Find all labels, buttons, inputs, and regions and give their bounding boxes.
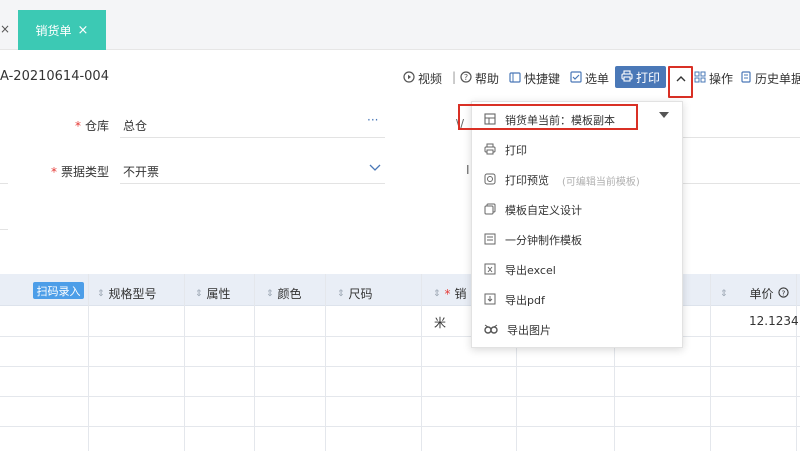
- grid-divider: [710, 274, 711, 451]
- caret-down-icon[interactable]: [659, 112, 669, 118]
- document-icon: [740, 71, 752, 86]
- svg-text:?: ?: [464, 73, 468, 82]
- print-dropdown-toggle[interactable]: [668, 66, 693, 98]
- grid-divider: [325, 274, 326, 451]
- document-number: A-20210614-004: [0, 69, 109, 84]
- left-underline-2: [0, 229, 8, 230]
- history-button[interactable]: 历史单据: [740, 70, 800, 87]
- tab-label: 销货单: [35, 23, 72, 38]
- tab-strip: × 销货单 ×: [0, 0, 800, 50]
- help-button[interactable]: ? 帮助: [460, 70, 499, 87]
- column-header-size[interactable]: ⇕ 尺码: [337, 285, 373, 302]
- preview-icon: [484, 173, 496, 188]
- more-icon[interactable]: ···: [367, 113, 378, 127]
- keyboard-icon: [509, 71, 521, 86]
- menu-item-export-excel[interactable]: 导出excel: [484, 262, 556, 278]
- menu-item-print[interactable]: 打印: [484, 142, 527, 158]
- menu-item-export-pdf[interactable]: 导出pdf: [484, 292, 545, 308]
- form-icon: [484, 233, 496, 248]
- image-icon: [484, 323, 498, 338]
- grid-divider: [796, 274, 797, 451]
- excel-icon: [484, 263, 496, 278]
- play-circle-icon: [403, 71, 415, 86]
- close-icon[interactable]: ×: [0, 22, 10, 36]
- grid-row-line: [0, 366, 800, 367]
- column-header-spec[interactable]: ⇕ 规格型号: [97, 285, 157, 302]
- grid-divider: [254, 274, 255, 451]
- sort-icon: ⇕: [266, 288, 274, 299]
- select-doc-button[interactable]: 选单: [570, 70, 609, 87]
- tab-sales-order[interactable]: 销货单 ×: [18, 10, 106, 50]
- right-field-label-2: I: [466, 163, 470, 177]
- print-button[interactable]: 打印: [615, 66, 666, 88]
- close-icon[interactable]: ×: [78, 23, 89, 38]
- pdf-icon: [484, 293, 496, 308]
- warehouse-input[interactable]: 总仓: [123, 117, 147, 134]
- column-header-sales[interactable]: ⇕ * 销: [433, 285, 467, 302]
- copy-icon: [484, 203, 496, 218]
- warehouse-underline: [120, 137, 385, 138]
- menu-item-print-preview[interactable]: 打印预览 (可编辑当前模板): [484, 172, 640, 188]
- scan-entry-button[interactable]: 扫码录入: [33, 282, 84, 299]
- chevron-up-icon: [676, 72, 686, 86]
- left-underline: [0, 183, 8, 184]
- sort-icon: ⇕: [433, 288, 441, 299]
- sort-icon: ⇕: [97, 288, 105, 299]
- column-header-color[interactable]: ⇕ 颜色: [266, 285, 302, 302]
- column-header-attr[interactable]: ⇕ 属性: [195, 285, 231, 302]
- toolbar-separator: |: [452, 70, 457, 84]
- column-header-price[interactable]: ⇕ 单价 ?: [720, 285, 789, 302]
- invoice-underline: [120, 183, 385, 184]
- sort-icon: ⇕: [720, 288, 728, 299]
- svg-text:?: ?: [781, 288, 785, 297]
- invoice-type-select[interactable]: 不开票: [123, 163, 159, 180]
- grid-row-line: [0, 396, 800, 397]
- video-button[interactable]: 视频: [403, 70, 442, 87]
- menu-item-quick-template[interactable]: 一分钟制作模板: [484, 232, 582, 248]
- warehouse-label: * 仓库: [75, 119, 110, 133]
- grid-icon: [694, 71, 706, 86]
- row-price-cell[interactable]: 12.1234: [749, 314, 799, 328]
- menu-item-export-image[interactable]: 导出图片: [484, 322, 551, 338]
- sort-icon: ⇕: [195, 288, 203, 299]
- grid-row-line: [0, 426, 800, 427]
- invoice-type-label: * 票据类型: [51, 165, 110, 179]
- operate-button[interactable]: 操作: [694, 70, 733, 87]
- printer-icon: [484, 143, 496, 158]
- shortcut-button[interactable]: 快捷键: [509, 70, 560, 87]
- right-underline: [683, 137, 800, 138]
- row-unit-cell[interactable]: 米: [434, 314, 446, 331]
- menu-item-custom-design[interactable]: 模板自定义设计: [484, 202, 582, 218]
- help-icon: ?: [460, 71, 472, 86]
- grid-divider: [421, 274, 422, 451]
- right-underline-2: [683, 183, 800, 184]
- grid-divider: [184, 274, 185, 451]
- sort-icon: ⇕: [337, 288, 345, 299]
- template-highlight: [458, 104, 638, 130]
- help-icon: ?: [777, 286, 789, 301]
- chevron-down-icon[interactable]: [369, 161, 381, 175]
- select-doc-icon: [570, 71, 582, 86]
- print-dropdown-menu: 销货单当前：模板副本 打印 打印预览 (可编辑当前模板) 模板自定义设计 一分钟…: [471, 101, 683, 348]
- grid-divider: [88, 274, 89, 451]
- printer-icon: [621, 69, 633, 85]
